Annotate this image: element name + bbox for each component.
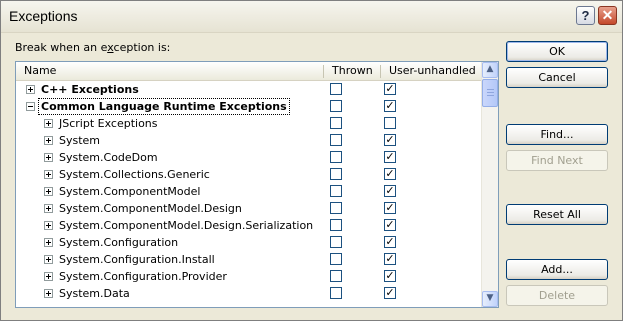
ok-button[interactable]: OK: [506, 41, 608, 62]
cancel-button[interactable]: Cancel: [506, 67, 608, 88]
user-unhandled-checkbox[interactable]: ✓: [384, 151, 396, 163]
thrown-checkbox[interactable]: [330, 117, 342, 129]
collapse-minus-icon[interactable]: [26, 102, 35, 111]
exception-row[interactable]: System ✓: [16, 132, 481, 149]
thrown-checkbox[interactable]: [330, 100, 342, 112]
expand-plus-icon[interactable]: [44, 289, 53, 298]
user-unhandled-checkbox[interactable]: ✓: [384, 134, 396, 146]
exception-name: System: [59, 134, 101, 147]
thrown-checkbox[interactable]: [330, 151, 342, 163]
column-divider[interactable]: [323, 65, 324, 78]
exception-name: System.CodeDom: [59, 151, 158, 164]
exception-name: System.Data: [59, 287, 130, 300]
exception-name: JScript Exceptions: [59, 117, 158, 130]
user-unhandled-checkbox[interactable]: ✓: [384, 202, 396, 214]
exceptions-list[interactable]: Name Thrown User-unhandled C++ Exception…: [15, 61, 499, 308]
column-header-user-unhandled[interactable]: User-unhandled: [389, 62, 476, 80]
add-button[interactable]: Add...: [506, 259, 608, 280]
thrown-checkbox[interactable]: [330, 236, 342, 248]
reset-all-button[interactable]: Reset All: [506, 204, 608, 225]
user-unhandled-checkbox[interactable]: ✓: [384, 219, 396, 231]
exception-row[interactable]: System.ComponentModel.Design.Serializati…: [16, 217, 481, 234]
exceptions-dialog: Exceptions ? ✕ Break when an exception i…: [0, 0, 623, 321]
vertical-scrollbar[interactable]: ▲ ▼: [481, 62, 498, 307]
help-icon: ?: [581, 8, 590, 23]
thrown-checkbox[interactable]: [330, 168, 342, 180]
thrown-checkbox[interactable]: [330, 253, 342, 265]
thrown-checkbox[interactable]: [330, 202, 342, 214]
exception-row[interactable]: C++ Exceptions ✓: [16, 81, 481, 98]
expand-plus-icon[interactable]: [44, 153, 53, 162]
close-icon: ✕: [601, 7, 614, 23]
column-divider[interactable]: [380, 65, 381, 78]
list-header: Name Thrown User-unhandled: [16, 62, 481, 81]
expand-plus-icon[interactable]: [26, 85, 35, 94]
delete-button: Delete: [506, 285, 608, 306]
thrown-checkbox[interactable]: [330, 270, 342, 282]
scroll-down-button[interactable]: ▼: [482, 291, 498, 307]
up-arrow-icon: ▲: [486, 64, 494, 74]
exception-name: System.Configuration: [59, 236, 179, 249]
grip-line: [487, 92, 494, 93]
break-prompt-label: Break when an exception is:: [15, 41, 171, 54]
grip-line: [487, 89, 494, 90]
window-title: Exceptions: [9, 8, 78, 24]
exception-name: System.Configuration.Install: [59, 253, 215, 266]
column-header-thrown[interactable]: Thrown: [332, 62, 373, 80]
exception-name: System.ComponentModel: [59, 185, 201, 198]
exception-name: System.Collections.Generic: [59, 168, 210, 181]
exception-row[interactable]: System.ComponentModel ✓: [16, 183, 481, 200]
user-unhandled-checkbox[interactable]: ✓: [384, 270, 396, 282]
expand-plus-icon[interactable]: [44, 119, 53, 128]
exception-name: System.ComponentModel.Design.Serializati…: [59, 219, 314, 232]
user-unhandled-checkbox[interactable]: ✓: [384, 287, 396, 299]
help-button[interactable]: ?: [576, 6, 595, 25]
thrown-checkbox[interactable]: [330, 287, 342, 299]
thrown-checkbox[interactable]: [330, 185, 342, 197]
exception-name: System.ComponentModel.Design: [59, 202, 242, 215]
expand-plus-icon[interactable]: [44, 136, 53, 145]
exception-row[interactable]: System.Configuration.Install ✓: [16, 251, 481, 268]
expand-plus-icon[interactable]: [44, 187, 53, 196]
close-button[interactable]: ✕: [598, 6, 617, 25]
find-button[interactable]: Find...: [506, 124, 608, 145]
scroll-up-button[interactable]: ▲: [482, 62, 498, 78]
exception-rows: C++ Exceptions ✓ Common Language Runtime E…: [16, 81, 481, 302]
thrown-checkbox[interactable]: [330, 134, 342, 146]
thrown-checkbox[interactable]: [330, 83, 342, 95]
expand-plus-icon[interactable]: [44, 255, 53, 264]
exception-row[interactable]: JScript Exceptions: [16, 115, 481, 132]
title-bar[interactable]: Exceptions ? ✕: [1, 1, 622, 33]
expand-plus-icon[interactable]: [44, 204, 53, 213]
expand-plus-icon[interactable]: [44, 272, 53, 281]
grip-line: [487, 95, 494, 96]
expand-plus-icon[interactable]: [44, 238, 53, 247]
exception-row[interactable]: Common Language Runtime Exceptions ✓: [16, 98, 481, 115]
scroll-thumb[interactable]: [482, 79, 498, 107]
exception-row[interactable]: System.Data ✓: [16, 285, 481, 302]
user-unhandled-checkbox[interactable]: ✓: [384, 100, 396, 112]
column-header-name[interactable]: Name: [24, 62, 56, 80]
user-unhandled-checkbox[interactable]: [384, 117, 396, 129]
exception-name: System.Configuration.Provider: [59, 270, 227, 283]
expand-plus-icon[interactable]: [44, 221, 53, 230]
user-unhandled-checkbox[interactable]: ✓: [384, 168, 396, 180]
exception-row[interactable]: System.Configuration.Provider ✓: [16, 268, 481, 285]
exception-row[interactable]: System.Collections.Generic ✓: [16, 166, 481, 183]
expand-plus-icon[interactable]: [44, 170, 53, 179]
user-unhandled-checkbox[interactable]: ✓: [384, 83, 396, 95]
thrown-checkbox[interactable]: [330, 219, 342, 231]
user-unhandled-checkbox[interactable]: ✓: [384, 253, 396, 265]
user-unhandled-checkbox[interactable]: ✓: [384, 185, 396, 197]
exception-row[interactable]: System.ComponentModel.Design ✓: [16, 200, 481, 217]
find-next-button: Find Next: [506, 150, 608, 171]
exception-row[interactable]: System.Configuration ✓: [16, 234, 481, 251]
exception-name: Common Language Runtime Exceptions: [38, 98, 290, 115]
exception-name: C++ Exceptions: [41, 83, 139, 96]
exception-row[interactable]: System.CodeDom ✓: [16, 149, 481, 166]
user-unhandled-checkbox[interactable]: ✓: [384, 236, 396, 248]
down-arrow-icon: ▼: [486, 293, 494, 303]
